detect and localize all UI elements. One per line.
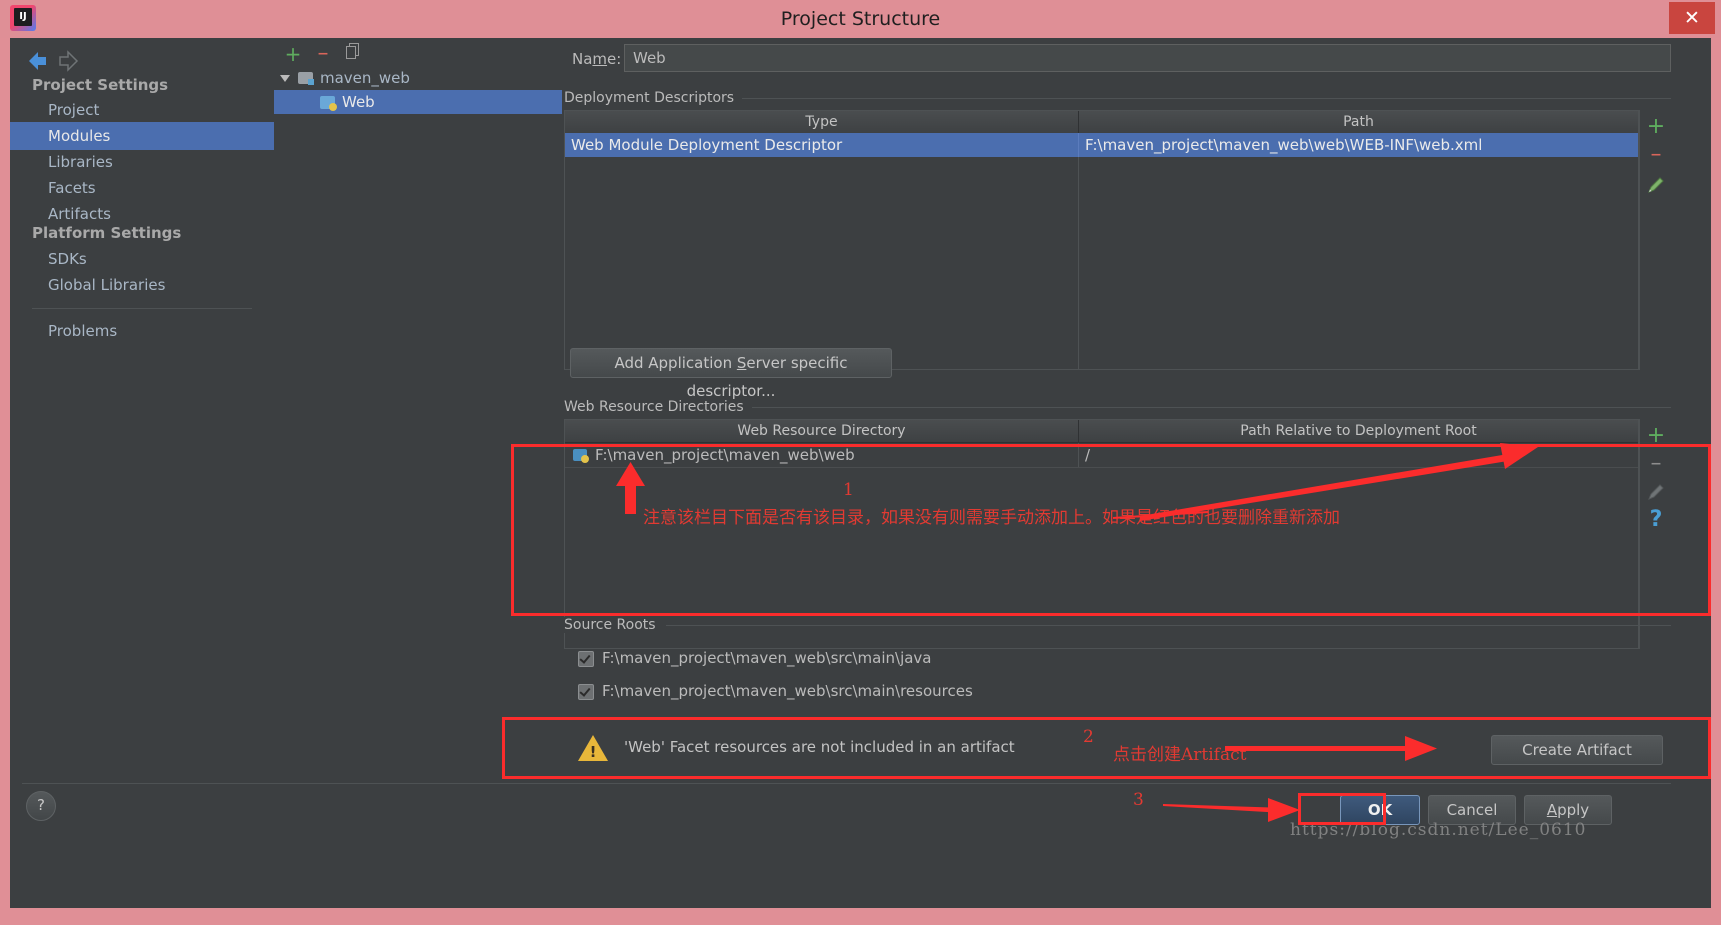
btn-label-pre: Add Application bbox=[614, 354, 737, 372]
copy-module-icon[interactable] bbox=[340, 42, 366, 66]
folder-icon bbox=[298, 72, 314, 85]
tree-node-label: maven_web bbox=[320, 69, 410, 87]
web-facet-icon bbox=[320, 96, 337, 111]
add-web-resource-button[interactable]: + bbox=[1641, 423, 1671, 448]
tree-node-web[interactable]: Web bbox=[274, 90, 562, 114]
source-root-path: F:\maven_project\maven_web\src\main\reso… bbox=[602, 682, 973, 700]
add-module-button[interactable]: + bbox=[280, 42, 306, 66]
cell-relative-path: / bbox=[1085, 446, 1091, 464]
name-label-post: e: bbox=[607, 50, 622, 68]
cell-web-resource-directory: F:\maven_project\maven_web\web bbox=[595, 446, 855, 464]
web-resource-directories-label: Web Resource Directories bbox=[564, 399, 752, 415]
source-root-checkbox[interactable] bbox=[578, 684, 594, 700]
cell-divider bbox=[1078, 133, 1079, 157]
remove-descriptor-button[interactable]: – bbox=[1641, 142, 1671, 167]
table-row[interactable]: Web Module Deployment Descriptor F:\mave… bbox=[565, 133, 1638, 157]
name-input[interactable]: Web bbox=[624, 44, 1671, 72]
sidebar-item-sdks[interactable]: SDKs bbox=[10, 245, 274, 273]
web-resource-directories-table[interactable]: Web Resource Directory Path Relative to … bbox=[564, 419, 1639, 649]
forward-arrow-icon[interactable] bbox=[54, 48, 84, 74]
source-root-row[interactable]: F:\maven_project\maven_web\src\main\reso… bbox=[562, 676, 1671, 706]
add-application-server-descriptor-button[interactable]: Add Application Server specific descript… bbox=[570, 348, 892, 400]
title-bar: Project Structure ✕ bbox=[0, 0, 1721, 38]
table-header: Type Path bbox=[565, 111, 1638, 134]
footer-divider bbox=[22, 783, 1671, 784]
folder-icon bbox=[573, 449, 589, 463]
chevron-down-icon[interactable] bbox=[280, 75, 290, 86]
deployment-descriptors-tools: + – bbox=[1639, 110, 1672, 370]
warning-triangle-icon bbox=[578, 735, 608, 761]
tree-node-maven-web[interactable]: maven_web bbox=[274, 66, 562, 90]
dialog-body: Project Settings Project Modules Librari… bbox=[10, 38, 1711, 908]
settings-sidebar: Project Settings Project Modules Librari… bbox=[10, 38, 275, 908]
nav-buttons bbox=[18, 44, 108, 78]
sidebar-item-facets[interactable]: Facets bbox=[10, 174, 274, 202]
column-header-type[interactable]: Type bbox=[565, 111, 1078, 133]
annotation-note-2: 点击创建Artifact bbox=[1113, 745, 1247, 765]
name-label: Name: bbox=[572, 50, 621, 68]
sidebar-group-project-settings: Project Settings bbox=[32, 76, 169, 94]
facet-settings-pane: Name: Web Deployment Descriptors Type Pa… bbox=[22, 38, 1711, 908]
page-title: Project Structure bbox=[780, 8, 941, 30]
back-arrow-icon[interactable] bbox=[22, 48, 52, 74]
sidebar-divider bbox=[32, 308, 252, 309]
project-structure-dialog: Project Structure ✕ Project Settings Pro… bbox=[0, 0, 1721, 925]
section-divider bbox=[732, 98, 1671, 99]
apply-label-post: pply bbox=[1557, 801, 1590, 819]
annotation-note-1: 注意该栏目下面是否有该目录，如果没有则需要手动添加上。如果是红色的也要删除重新添… bbox=[643, 508, 1340, 528]
column-divider-body bbox=[1078, 157, 1079, 369]
column-header-web-resource-directory[interactable]: Web Resource Directory bbox=[565, 420, 1078, 442]
table-header: Web Resource Directory Path Relative to … bbox=[565, 420, 1638, 443]
section-divider bbox=[744, 407, 1671, 408]
help-button[interactable]: ? bbox=[26, 791, 56, 821]
web-resource-tools: + – ? bbox=[1639, 419, 1672, 649]
sidebar-item-global-libraries[interactable]: Global Libraries bbox=[10, 271, 274, 299]
watermark-text: https://blog.csdn.net/Lee_0610 bbox=[1290, 820, 1587, 840]
btn-label-accel: S bbox=[736, 354, 747, 372]
source-root-path: F:\maven_project\maven_web\src\main\java bbox=[602, 649, 932, 667]
sidebar-item-libraries[interactable]: Libraries bbox=[10, 148, 274, 176]
annotation-marker-3: 3 bbox=[1133, 790, 1144, 810]
cell-path: F:\maven_project\maven_web\web\WEB-INF\w… bbox=[1085, 136, 1483, 154]
name-label-accel: m bbox=[592, 50, 608, 68]
web-resource-help-button[interactable]: ? bbox=[1641, 507, 1671, 532]
sidebar-group-platform-settings: Platform Settings bbox=[32, 224, 182, 242]
module-tree-panel: + – maven_web Web bbox=[274, 38, 563, 908]
section-divider bbox=[666, 625, 1671, 626]
create-artifact-button[interactable]: Create Artifact bbox=[1491, 735, 1663, 765]
table-row[interactable]: F:\maven_project\maven_web\web / bbox=[565, 443, 1638, 467]
sidebar-item-problems[interactable]: Problems bbox=[10, 317, 274, 345]
row-divider bbox=[565, 467, 1638, 468]
add-descriptor-button[interactable]: + bbox=[1641, 114, 1671, 139]
cell-divider bbox=[1078, 443, 1079, 467]
close-icon[interactable]: ✕ bbox=[1669, 2, 1715, 34]
sidebar-item-project[interactable]: Project bbox=[10, 96, 274, 124]
annotation-marker-1: 1 bbox=[843, 480, 854, 500]
source-root-row[interactable]: F:\maven_project\maven_web\src\main\java bbox=[562, 643, 1671, 673]
cell-type: Web Module Deployment Descriptor bbox=[571, 136, 843, 154]
remove-module-button[interactable]: – bbox=[310, 42, 336, 66]
annotation-marker-2: 2 bbox=[1083, 727, 1094, 747]
edit-descriptor-pencil-icon[interactable] bbox=[1641, 174, 1671, 200]
apply-label-accel: A bbox=[1546, 801, 1558, 819]
sidebar-item-modules[interactable]: Modules bbox=[10, 122, 274, 150]
deployment-descriptors-label: Deployment Descriptors bbox=[564, 90, 743, 106]
edit-web-resource-pencil-icon[interactable] bbox=[1641, 481, 1671, 507]
source-roots-label: Source Roots bbox=[564, 617, 664, 633]
name-label-pre: Na bbox=[572, 50, 593, 68]
source-root-checkbox[interactable] bbox=[578, 651, 594, 667]
tree-node-label: Web bbox=[342, 93, 375, 111]
artifact-warning-text: 'Web' Facet resources are not included i… bbox=[624, 738, 1015, 756]
column-header-path[interactable]: Path bbox=[1079, 111, 1638, 133]
deployment-descriptors-table[interactable]: Type Path Web Module Deployment Descript… bbox=[564, 110, 1639, 370]
remove-web-resource-button[interactable]: – bbox=[1641, 451, 1671, 476]
column-header-relative-path[interactable]: Path Relative to Deployment Root bbox=[1079, 420, 1638, 442]
